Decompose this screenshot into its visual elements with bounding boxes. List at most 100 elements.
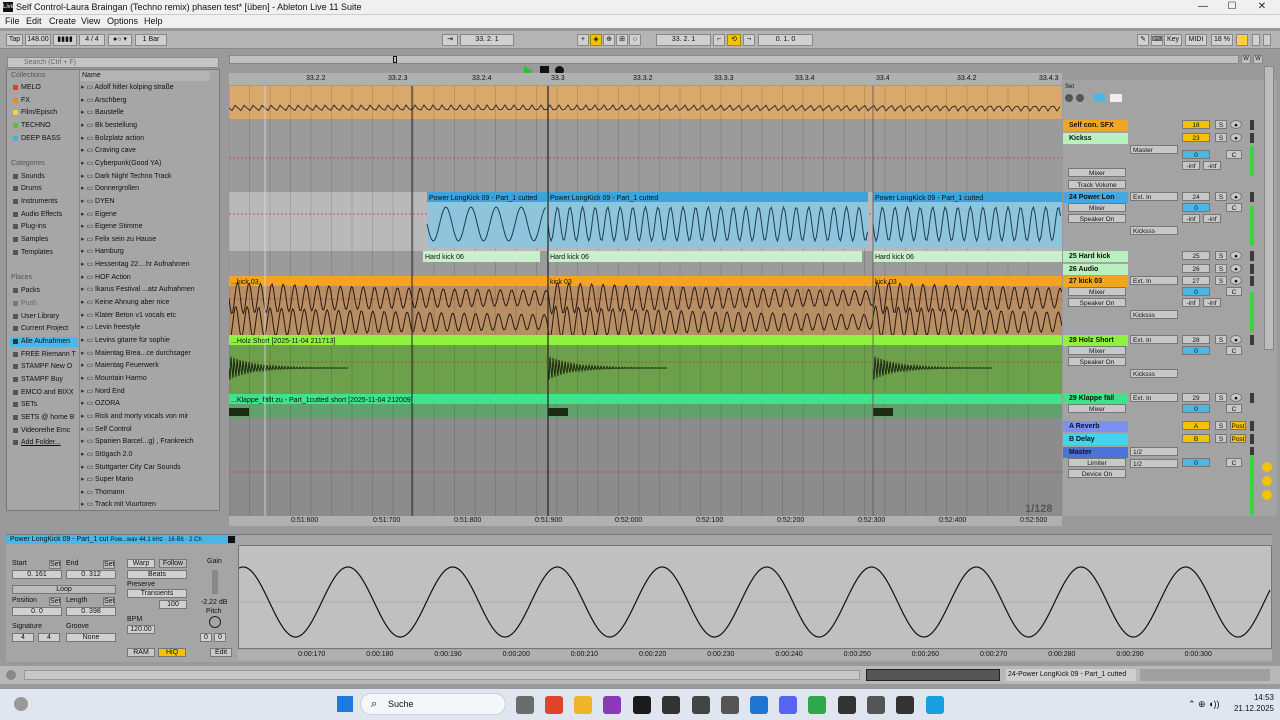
vertical-scrollbar[interactable] — [1264, 66, 1274, 350]
arm-button[interactable]: ● — [1230, 393, 1242, 402]
status-arrow-icon[interactable] — [6, 670, 16, 680]
task-view-icon[interactable] — [516, 696, 534, 714]
pitch-knob-icon[interactable] — [209, 616, 221, 628]
menu-file[interactable]: File — [5, 16, 20, 26]
signature-numerator[interactable]: 4 — [12, 633, 34, 642]
app8-icon[interactable] — [867, 696, 885, 714]
track-header[interactable]: Self con. SFX — [1063, 120, 1128, 131]
track-number[interactable]: 26 — [1182, 264, 1210, 273]
ableton-live-icon[interactable] — [633, 696, 651, 714]
place-alle-aufnahmen[interactable]: Alle Aufnahmen — [10, 337, 78, 347]
solo-button[interactable]: S — [1215, 251, 1227, 260]
track-header[interactable]: A Reverb — [1063, 421, 1128, 432]
browser-folder-item[interactable]: DYEN — [81, 197, 219, 207]
app7-icon[interactable] — [838, 696, 856, 714]
menu-create[interactable]: Create — [49, 16, 76, 26]
end-set-button[interactable]: Set — [103, 560, 115, 569]
start-field[interactable]: 0. 161 — [12, 570, 62, 579]
holz-clip-header[interactable] — [229, 335, 1062, 345]
follow-icon[interactable]: ⇥ — [442, 34, 458, 46]
track-lane[interactable] — [229, 86, 1062, 119]
category-instruments[interactable]: Instruments — [13, 197, 58, 207]
browser-folder-item[interactable]: Klater Beton v1 vocals etc — [81, 311, 219, 321]
arrangement-position[interactable]: 33. 2. 1 — [460, 34, 514, 46]
send-letter[interactable]: B — [1182, 434, 1210, 443]
beat-ruler[interactable]: 33.2.2 33.2.3 33.2.4 33.3 33.3.2 33.3.3 33.3.4… — [229, 73, 1062, 85]
sample-editor[interactable] — [238, 545, 1272, 649]
place-packs[interactable]: Packs — [13, 286, 40, 296]
parameter-chooser[interactable]: Track Volume — [1068, 180, 1126, 189]
solo-button[interactable]: S — [1215, 434, 1227, 443]
input-type-select[interactable]: 1/2 — [1130, 447, 1178, 456]
device-chooser[interactable]: Mixer — [1068, 346, 1126, 355]
browser-folder-item[interactable]: OZORA — [81, 399, 219, 409]
tray-icons[interactable]: ⌃ ⊕ ◖)) — [1188, 699, 1220, 710]
arm-button[interactable]: ● — [1230, 276, 1242, 285]
quantize-select[interactable]: 1 Bar — [135, 34, 167, 46]
overdub-icon[interactable]: + — [577, 34, 589, 46]
browser-folder-item[interactable]: Maientag Brea...ce durchsager — [81, 349, 219, 359]
nudge-buttons[interactable]: ▮▮▮▮ — [53, 34, 77, 46]
browser-folder-item[interactable]: Hamburg — [81, 247, 219, 257]
key-map-button[interactable]: Key — [1164, 34, 1182, 46]
browser-folder-item[interactable]: Levin freestyle — [81, 323, 219, 333]
hiq-button[interactable]: HiQ — [158, 648, 186, 657]
pan-button[interactable]: C — [1226, 203, 1242, 212]
browser-folder-item[interactable]: Stögach 2.0 — [81, 450, 219, 460]
bpm-field[interactable]: 120.00 — [127, 625, 155, 634]
browser-folder-item[interactable]: Felix sein zu Hause — [81, 235, 219, 245]
menu-edit[interactable]: Edit — [26, 16, 42, 26]
solo-button[interactable]: S — [1215, 421, 1227, 430]
volume-field[interactable]: 0 — [1182, 346, 1210, 355]
draw-mode-icon[interactable]: ✎ — [1137, 34, 1149, 46]
post-button[interactable]: Post — [1230, 434, 1246, 443]
follow-button[interactable]: Follow — [159, 559, 187, 568]
place-stampf-new[interactable]: STAMPF New O — [13, 362, 81, 372]
kick03-clip-header[interactable] — [229, 276, 1062, 286]
browser-folder-item[interactable]: Bolzplatz action — [81, 134, 219, 144]
app-icon[interactable] — [603, 696, 621, 714]
menu-view[interactable]: View — [81, 16, 100, 26]
clip-activator-icon[interactable] — [228, 536, 235, 543]
post-button[interactable]: Post — [1230, 421, 1246, 430]
computer-keyboard-icon[interactable]: ⌨ — [1151, 34, 1163, 46]
punch-out-icon[interactable]: ¬ — [743, 34, 755, 46]
solo-button[interactable]: S — [1215, 264, 1227, 273]
time-ruler[interactable]: 0:51:600 0:51:700 0:51:800 0:51:900 0:52:000… — [229, 516, 1062, 526]
tap-button[interactable]: Tap — [6, 34, 23, 46]
parameter-chooser[interactable]: Speaker On — [1068, 214, 1126, 223]
browser-folder-item[interactable]: Thomann — [81, 488, 219, 498]
browser-folder-item[interactable]: Stuttgarter City Car Sounds — [81, 463, 219, 473]
maximize-icon[interactable]: ☐ — [1222, 1, 1242, 14]
app4-icon[interactable] — [721, 696, 739, 714]
device-chooser[interactable]: Mixer — [1068, 203, 1126, 212]
start-set-button[interactable]: Set — [49, 560, 61, 569]
pitch-semitones[interactable]: 0 — [200, 633, 212, 642]
pan-button[interactable]: C — [1226, 404, 1242, 413]
place-stampf-buy[interactable]: STAMPF Buy — [13, 375, 81, 385]
collection-techno[interactable]: TECHNO — [13, 121, 51, 131]
parameter-chooser[interactable]: Speaker On — [1068, 298, 1126, 307]
name-column-header[interactable]: Name — [80, 71, 210, 81]
solo-session-icon[interactable] — [1076, 94, 1084, 102]
collection-fx[interactable]: FX — [13, 96, 30, 106]
browser-folder-item[interactable]: HOF Action — [81, 273, 219, 283]
arrangement-view[interactable]: Power LongKick 09 - Part_1 cutted Power L… — [229, 86, 1062, 516]
loop-button[interactable]: Loop — [12, 585, 116, 594]
browser-folder-item[interactable]: Ikarus Festival ...atz Aufnahmen — [81, 285, 219, 295]
arm-button[interactable]: ● — [1230, 264, 1242, 273]
track-header[interactable]: 24 Power Lon — [1063, 192, 1128, 203]
midi-map-button[interactable]: MIDI — [1185, 34, 1207, 46]
length-set-button[interactable]: Set — [103, 597, 115, 606]
app6-icon[interactable] — [808, 696, 826, 714]
arrangement-overview[interactable] — [229, 55, 1239, 64]
sends-icon[interactable] — [1262, 490, 1272, 500]
clock-date[interactable]: 21.12.2025 — [1224, 704, 1274, 713]
volume-field[interactable]: 0 — [1182, 404, 1210, 413]
collection-film[interactable]: Film/Episch — [13, 108, 57, 118]
device-chooser[interactable]: Mixer — [1068, 404, 1126, 413]
automation-arm-icon[interactable]: ◈ — [590, 34, 602, 46]
place-user-library[interactable]: User Library — [13, 312, 59, 322]
automation-icon[interactable] — [1262, 462, 1272, 472]
browser-folder-item[interactable]: Arschberg — [81, 96, 219, 106]
